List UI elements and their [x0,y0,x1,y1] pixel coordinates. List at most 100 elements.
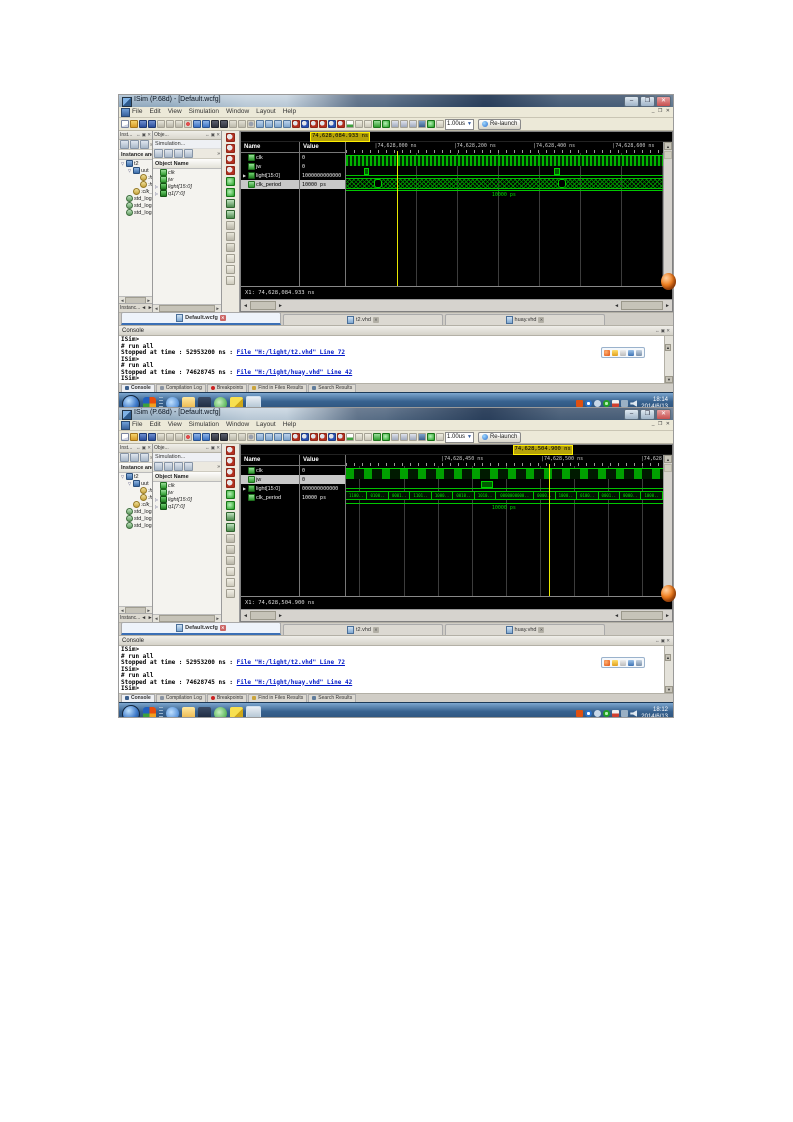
player-icon[interactable] [198,707,211,717]
zoom-in-icon[interactable] [226,446,235,455]
cut-icon[interactable] [157,433,165,441]
relaunch-button[interactable]: Re-launch [477,118,522,130]
go-start-icon[interactable] [226,177,235,186]
find-in-files-icon[interactable] [220,120,228,128]
document-tab[interactable]: Default.wcfg ✕ [121,312,281,325]
object-item[interactable]: clk [153,169,221,176]
filter-icon[interactable] [120,140,129,149]
zoom-full-icon[interactable] [226,468,235,477]
menu-item[interactable]: View [168,107,182,117]
cursor-time-label[interactable]: 74,628,084.933 ns [309,132,371,142]
run-icon[interactable] [382,120,390,128]
collapse-all-icon[interactable] [140,453,149,462]
paste-icon[interactable] [175,433,183,441]
object-item[interactable]: ▷ q1[7:0] [153,503,221,510]
close-tab-icon[interactable]: ✕ [219,625,226,631]
signal-name-row[interactable]: clk_period [241,493,299,502]
launcher-arrow-icon[interactable] [230,707,243,717]
float-icon[interactable] [226,254,235,263]
wave-vscrollbar[interactable]: ▲ [663,142,672,286]
zoom-out-icon[interactable] [226,457,235,466]
cascade-icon[interactable] [283,433,291,441]
wave-hscrollbar[interactable]: ◄ ► ◄ ► [241,299,672,311]
zoom-area-icon[interactable] [226,166,235,175]
close-tab-icon[interactable]: ✕ [538,627,545,633]
cursor-time-label[interactable]: 74,628,504.900 ns [512,445,573,455]
time-icon[interactable] [436,120,444,128]
start-orb-icon[interactable] [122,394,140,408]
signal-value-cell[interactable]: 0 [300,475,345,484]
show-inouts-icon[interactable] [174,462,183,471]
menu-item[interactable]: Edit [149,107,160,117]
find-in-files-icon[interactable] [220,433,228,441]
probe-red2-icon[interactable] [319,120,327,128]
titlebar[interactable]: ISim (P.68d) - [Default.wcfg] – ❐ ✕ [119,408,673,420]
tray-volume-icon[interactable] [630,710,638,717]
find-icon[interactable] [211,433,219,441]
snipping-tool-icon[interactable] [246,706,261,717]
mdi-window-controls[interactable]: _ ❐ ✕ [652,108,671,114]
open-icon[interactable] [130,120,138,128]
show-inputs-icon[interactable] [154,462,163,471]
signal-name-row[interactable]: clk [241,466,299,475]
minimize-button[interactable]: – [624,409,639,420]
doc-check-icon[interactable] [346,433,354,441]
ime-logo-icon[interactable] [604,659,610,666]
expand-all-icon[interactable] [130,453,139,462]
swap-icon[interactable] [226,199,235,208]
signal-name-row[interactable]: clk_period [241,180,299,189]
tile-v-icon[interactable] [274,120,282,128]
close-tab-icon[interactable]: ✕ [372,627,379,633]
kuaiya-icon[interactable] [143,397,156,408]
find-icon[interactable] [211,120,219,128]
menu-item[interactable]: Layout [256,420,276,430]
ime-board-icon[interactable] [628,349,634,356]
instance-tree-item[interactable]: ▽ t2 [119,160,152,167]
tray-dot-icon[interactable] [594,400,602,407]
instance-tree-item[interactable]: std_logic_11 [119,508,152,515]
snipping-tool-icon[interactable] [246,396,261,408]
probe-help-icon[interactable] [301,433,309,441]
show-internals-icon[interactable] [184,149,193,158]
overflow-chevron-icon[interactable]: » [217,464,220,470]
console-icon[interactable] [418,433,426,441]
signal-name-row[interactable]: jw [241,162,299,171]
marker-prev-icon[interactable] [355,433,363,441]
ime-logo-icon[interactable] [604,349,610,356]
marker-up-icon[interactable] [226,221,235,230]
tray-flag-icon[interactable] [612,400,620,407]
gear-icon[interactable] [247,433,255,441]
menu-item[interactable]: Simulation [189,107,219,117]
panel-dock-controls[interactable]: ↔ ▣ ✕ [655,638,670,644]
probe-icon[interactable] [292,120,300,128]
floating-ball[interactable] [661,273,676,290]
marker-up-icon[interactable] [226,534,235,543]
floating-ball[interactable] [661,585,676,602]
copy-icon[interactable] [166,433,174,441]
sort-icon[interactable] [226,523,235,532]
taskbar-clock[interactable]: 18:12 2014/6/13 [639,707,670,718]
instance-tree-item[interactable]: :clk_proc [119,501,152,508]
swap-icon[interactable] [226,512,235,521]
console-tab[interactable]: Breakpoints [206,694,248,702]
gear-icon[interactable] [247,120,255,128]
instance-tree-item[interactable]: std_logic_ar [119,202,152,209]
wave-vscrollbar[interactable]: ▲ [663,455,672,596]
console-tab[interactable]: Find in Files Results [248,694,308,702]
name-column-header[interactable]: Name [241,142,299,153]
console-tab[interactable]: Console [121,694,155,702]
source-file-link[interactable]: File "H:/light/t2.vhd" Line 72 [237,349,345,356]
player-icon[interactable] [198,397,211,408]
filter-icon[interactable] [120,453,129,462]
show-outputs-icon[interactable] [164,462,173,471]
ie-icon[interactable] [166,397,179,408]
close-button[interactable]: ✕ [656,409,671,420]
marker-down-icon[interactable] [226,232,235,241]
console-tab[interactable]: Search Results [308,384,357,392]
tray-volume-icon[interactable] [630,400,638,407]
name-column-header[interactable]: Name [241,455,299,466]
close-button[interactable]: ✕ [656,96,671,107]
run-icon[interactable] [382,433,390,441]
close-tab-icon[interactable]: ✕ [538,317,545,323]
menu-item[interactable]: File [132,420,142,430]
